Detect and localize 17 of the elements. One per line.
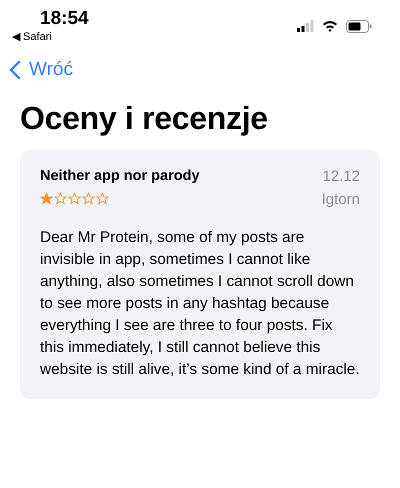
signal-icon [297,20,314,32]
empty-star-icon [68,192,81,205]
battery-icon [346,20,372,32]
filled-star-icon [40,192,53,205]
clock-time: 18:54 [40,8,89,30]
page-title: Oceny i recenzje [20,99,269,138]
review-text: Dear Mr Protein, some of my posts are invisible in app, sometimes I cannot like anything, also sometimes I cannot scroll down to see more posts in any hashtag because everything I see are three to four posts. Fix this immediately, I still cannot believe this website is still alive, it’s some kind of a miracle. [40,228,360,380]
wifi-icon [322,20,338,32]
empty-star-icon [54,192,67,205]
empty-star-icon [96,192,109,205]
back-button[interactable]: Wróć [9,56,73,84]
back-to-app-link[interactable]: ◀ Safari [12,30,89,44]
chevron-left-icon [9,60,21,80]
review-author: Igtorn [322,190,360,210]
review-title: Neither app nor parody [40,167,200,186]
review-date: 12.12 [322,167,360,187]
empty-star-icon [82,192,95,205]
